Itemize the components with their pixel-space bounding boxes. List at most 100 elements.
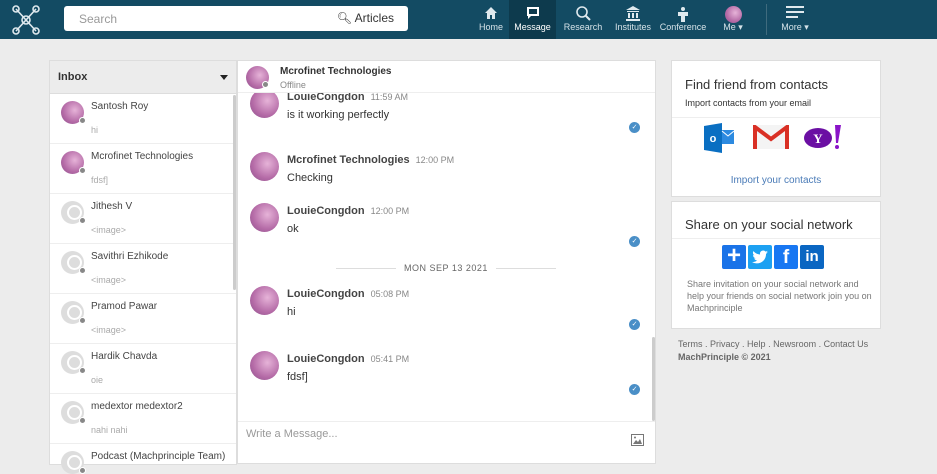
search-scope-button[interactable]: 🔍︎ Articles: [337, 11, 394, 25]
contact-name: Mcrofinet Technologies: [280, 66, 392, 77]
sender-avatar: [250, 152, 279, 181]
sender-name: Mcrofinet Technologies: [287, 154, 410, 166]
inbox-panel: Inbox Santosh Roy hi Mcrofinet Technologie…: [49, 60, 237, 474]
message-time: 12:00 PM: [370, 206, 410, 216]
find-friends-title: Find friend from contacts: [685, 77, 829, 92]
footer-link[interactable]: Privacy: [710, 339, 740, 349]
message-input[interactable]: Write a Message...: [238, 421, 655, 463]
chat-header: Mcrofinet Technologies Offline: [238, 61, 655, 93]
avatar: [724, 6, 742, 23]
nav-research[interactable]: Research: [562, 0, 604, 39]
read-check-icon: ✓: [629, 236, 640, 247]
chat-panel: Mcrofinet Technologies Offline LouieCong…: [237, 60, 656, 464]
read-check-icon: ✓: [629, 122, 640, 133]
conversation-item[interactable]: medextor medextor2 nahi nahi: [50, 394, 236, 444]
nav-conference[interactable]: Conference: [659, 0, 707, 39]
conversation-preview: oie: [91, 375, 104, 385]
share-plus-icon[interactable]: +: [722, 244, 746, 269]
nav-me[interactable]: Me ▾: [718, 0, 748, 39]
outlook-icon[interactable]: o: [704, 123, 736, 153]
share-description: Share invitation on your social network …: [687, 279, 872, 313]
nav-message[interactable]: Message: [509, 0, 556, 39]
conversation-name: Mcrofinet Technologies: [91, 151, 194, 162]
nav-home[interactable]: Home: [474, 0, 508, 39]
find-friends-subtitle: Import contacts from your email: [685, 98, 812, 108]
conversation-name: Savithri Ezhikode: [91, 251, 169, 262]
menu-icon: [778, 0, 812, 22]
status-dot: [79, 167, 86, 174]
chat-scrollbar[interactable]: [652, 337, 655, 421]
sender-avatar: [250, 203, 279, 232]
sender-avatar: [250, 351, 279, 380]
status-dot: [79, 217, 86, 224]
conversation-item[interactable]: Pramod Pawar <image>: [50, 294, 236, 344]
yahoo-icon[interactable]: Y: [803, 124, 843, 150]
sender-avatar: [250, 286, 279, 315]
logo-icon[interactable]: [10, 4, 42, 36]
footer: Terms . Privacy . Help . Newsroom . Cont…: [678, 338, 868, 364]
share-card: Share on your social network + f in Shar…: [671, 201, 881, 329]
message-time: 05:08 PM: [370, 289, 410, 299]
message-text: hi: [287, 306, 296, 318]
share-buttons: + f in: [722, 244, 824, 269]
conversation-item[interactable]: Mcrofinet Technologies fdsf]: [50, 144, 236, 194]
conversation-preview: <image>: [91, 275, 127, 285]
sender-name: LouieCongdon: [287, 288, 365, 300]
inbox-scrollbar[interactable]: [233, 95, 236, 290]
message-text: is it working perfectly: [287, 109, 390, 121]
search-placeholder: Search: [79, 12, 118, 26]
nav-institutes[interactable]: Institutes: [612, 0, 654, 39]
status-dot: [262, 81, 269, 88]
home-icon: [474, 0, 508, 22]
gmail-icon[interactable]: [753, 125, 789, 149]
conversation-preview: fdsf]: [91, 175, 109, 185]
nav-divider: [766, 4, 767, 35]
inbox-dropdown[interactable]: Inbox: [50, 61, 236, 94]
svg-text:o: o: [710, 133, 717, 145]
conversation-name: Jithesh V: [91, 201, 133, 212]
read-check-icon: ✓: [629, 319, 640, 330]
conversation-item[interactable]: Hardik Chavda oie: [50, 344, 236, 394]
status-dot: [79, 467, 86, 474]
conversation-name: Santosh Roy: [91, 101, 149, 112]
share-title: Share on your social network: [685, 217, 853, 232]
research-icon: [562, 0, 604, 22]
search-input[interactable]: Search 🔍︎ Articles: [64, 6, 408, 31]
image-attach-icon[interactable]: [631, 434, 644, 446]
message-time: 12:00 PM: [415, 155, 455, 165]
footer-link[interactable]: Terms: [678, 339, 703, 349]
message-text: fdsf]: [287, 371, 308, 383]
contact-status: Offline: [280, 80, 306, 90]
footer-links: Terms . Privacy . Help . Newsroom . Cont…: [678, 339, 869, 349]
footer-link[interactable]: Contact Us: [824, 339, 869, 349]
message-list: LouieCongdon 11:59 AM is it working perfec…: [238, 61, 654, 421]
conference-icon: [659, 0, 707, 22]
conversation-item[interactable]: Podcast (Machprinciple Team): [50, 444, 236, 474]
twitter-icon[interactable]: [748, 245, 772, 269]
linkedin-icon[interactable]: in: [800, 245, 824, 269]
find-friends-card: Find friend from contacts Import contact…: [671, 60, 881, 197]
footer-link[interactable]: Help: [747, 339, 766, 349]
status-dot: [79, 367, 86, 374]
status-dot: [79, 317, 86, 324]
conversation-item[interactable]: Jithesh V <image>: [50, 194, 236, 244]
import-contacts-link[interactable]: Import your contacts: [672, 175, 880, 186]
facebook-icon[interactable]: f: [774, 245, 798, 269]
message-text: Checking: [287, 172, 333, 184]
conversation-name: Hardik Chavda: [91, 351, 158, 362]
conversation-item[interactable]: Savithri Ezhikode <image>: [50, 244, 236, 294]
sender-name: LouieCongdon: [287, 205, 365, 217]
conversation-preview: <image>: [91, 225, 127, 235]
institutes-icon: [612, 0, 654, 22]
message-time: 05:41 PM: [370, 354, 410, 364]
sender-name: LouieCongdon: [287, 353, 365, 365]
conversation-preview: hi: [91, 125, 99, 135]
conversation-preview: nahi nahi: [91, 425, 128, 435]
top-navbar: Search 🔍︎ Articles Home Message Research…: [0, 0, 937, 39]
status-dot: [79, 117, 86, 124]
conversation-item[interactable]: Santosh Roy hi: [50, 94, 236, 144]
footer-link[interactable]: Newsroom: [773, 339, 816, 349]
caret-down-icon: [220, 75, 228, 80]
nav-more[interactable]: More ▾: [778, 0, 812, 39]
copyright: MachPrinciple © 2021: [678, 352, 771, 362]
